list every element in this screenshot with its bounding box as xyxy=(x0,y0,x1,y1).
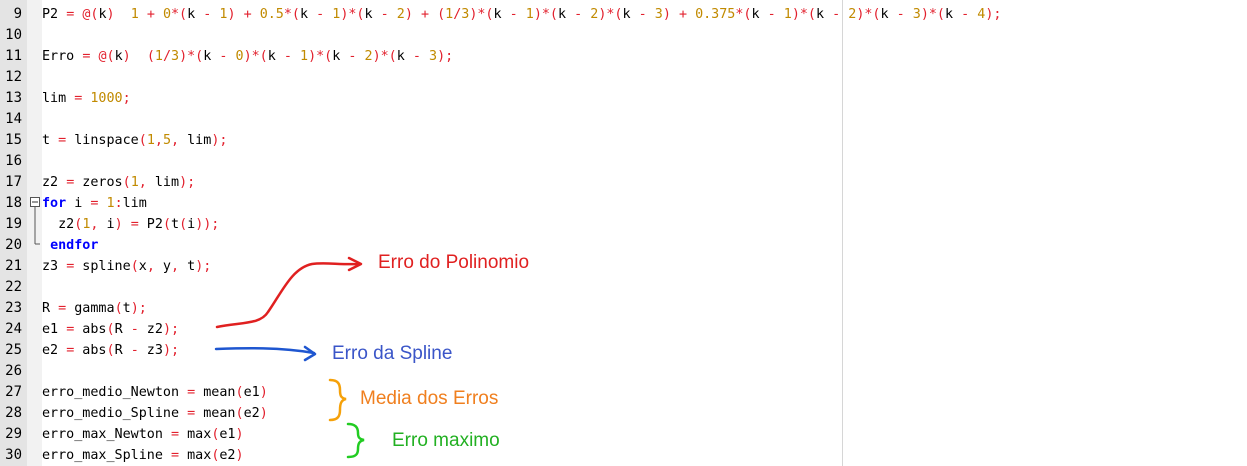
annotation-polinomio: Erro do Polinomio xyxy=(378,252,530,273)
orange-brace xyxy=(328,378,347,422)
green-brace xyxy=(346,422,365,459)
blue-arrow xyxy=(214,346,316,355)
annotation-strokes xyxy=(30,197,365,459)
annotation-media: Media dos Erros xyxy=(360,388,499,409)
fold-marker[interactable] xyxy=(30,197,41,245)
annotation-maximo: Erro maximo xyxy=(392,430,500,451)
annotation-spline: Erro da Spline xyxy=(332,343,453,364)
red-arrow xyxy=(215,262,362,329)
